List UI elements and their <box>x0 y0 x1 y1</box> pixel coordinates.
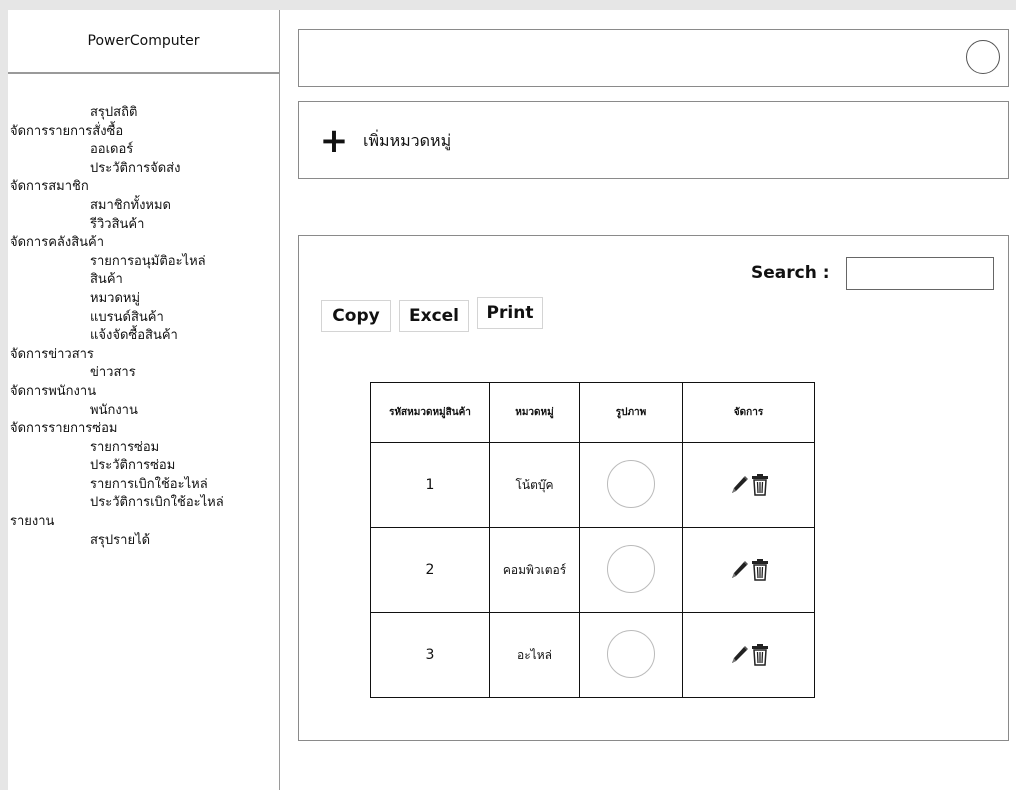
search-input[interactable] <box>846 257 994 290</box>
category-image-cell <box>579 442 683 528</box>
trash-icon[interactable] <box>751 644 769 666</box>
sidebar-item-9[interactable]: สินค้า <box>8 271 278 290</box>
sidebar-item-10[interactable]: หมวดหมู่ <box>8 290 278 309</box>
plus-icon: + <box>319 121 349 161</box>
sidebar-item-18[interactable]: รายการซ่อม <box>8 439 278 458</box>
column-header-image: รูปภาพ <box>579 382 683 443</box>
brand-title: PowerComputer <box>8 10 279 74</box>
actions-cell <box>682 442 815 528</box>
add-category-bar: + เพิ่มหมวดหมู่ <box>298 101 1009 179</box>
sidebar-item-14[interactable]: ข่าวสาร <box>8 364 278 383</box>
sidebar-item-13[interactable]: จัดการข่าวสาร <box>8 346 278 365</box>
sidebar-item-5[interactable]: สมาชิกทั้งหมด <box>8 197 278 216</box>
trash-icon[interactable] <box>751 559 769 581</box>
image-placeholder <box>607 544 655 593</box>
sidebar-item-1[interactable]: จัดการรายการสั่งซื้อ <box>8 123 278 142</box>
user-avatar[interactable] <box>966 40 1000 74</box>
category-table-panel: Search : Copy Excel Print รหัสหมวดหมู่สิ… <box>298 235 1009 741</box>
sidebar-item-15[interactable]: จัดการพนักงาน <box>8 383 278 402</box>
top-border <box>0 0 1016 10</box>
actions-cell <box>682 527 815 613</box>
sidebar-item-8[interactable]: รายการอนุมัติอะไหล่ <box>8 253 278 272</box>
sidebar: PowerComputer สรุปสถิติ จัดการรายการสั่งซ… <box>0 10 280 790</box>
trash-icon[interactable] <box>751 474 769 496</box>
print-button[interactable]: Print <box>477 297 543 329</box>
sidebar-item-2[interactable]: ออเดอร์ <box>8 141 278 160</box>
sidebar-menu: สรุปสถิติ จัดการรายการสั่งซื้อ ออเดอร์ ประว… <box>8 104 278 550</box>
sidebar-item-0[interactable]: สรุปสถิติ <box>8 104 278 123</box>
category-id-cell: 1 <box>370 442 490 528</box>
category-image-cell <box>579 612 683 698</box>
column-header-manage: จัดการ <box>682 382 815 443</box>
table-header-row: รหัสหมวดหมู่สินค้า หมวดหมู่ รูปภาพ จัดกา… <box>370 382 815 443</box>
pencil-icon[interactable] <box>729 474 749 496</box>
table-row: 3 อะไหล่ <box>370 612 815 698</box>
category-name-cell: โน้ตบุ๊ค <box>489 442 580 528</box>
sidebar-item-20[interactable]: รายการเบิกใช้อะไหล่ <box>8 476 278 495</box>
sidebar-item-6[interactable]: รีวิวสินค้า <box>8 216 278 235</box>
add-category-button[interactable]: + เพิ่มหมวดหมู่ <box>319 121 452 161</box>
copy-button[interactable]: Copy <box>321 300 391 332</box>
column-header-id: รหัสหมวดหมู่สินค้า <box>370 382 490 443</box>
sidebar-item-21[interactable]: ประวัติการเบิกใช้อะไหล่ <box>8 494 278 513</box>
category-name-cell: คอมพิวเตอร์ <box>489 527 580 613</box>
sidebar-item-3[interactable]: ประวัติการจัดส่ง <box>8 160 278 179</box>
top-header <box>298 29 1009 87</box>
category-id-cell: 2 <box>370 527 490 613</box>
category-id-cell: 3 <box>370 612 490 698</box>
sidebar-item-17[interactable]: จัดการรายการซ่อม <box>8 420 278 439</box>
table-row: 2 คอมพิวเตอร์ <box>370 527 815 613</box>
category-table: รหัสหมวดหมู่สินค้า หมวดหมู่ รูปภาพ จัดกา… <box>370 382 815 698</box>
sidebar-item-12[interactable]: แจ้งจัดซื้อสินค้า <box>8 327 278 346</box>
sidebar-item-22[interactable]: รายงาน <box>8 513 278 532</box>
table-row: 1 โน้ตบุ๊ค <box>370 442 815 528</box>
image-placeholder <box>607 629 655 678</box>
sidebar-item-7[interactable]: จัดการคลังสินค้า <box>8 234 278 253</box>
pencil-icon[interactable] <box>729 644 749 666</box>
sidebar-item-19[interactable]: ประวัติการซ่อม <box>8 457 278 476</box>
search-label: Search : <box>751 263 830 283</box>
add-category-label: เพิ่มหมวดหมู่ <box>363 130 452 150</box>
sidebar-item-4[interactable]: จัดการสมาชิก <box>8 178 278 197</box>
sidebar-item-11[interactable]: แบรนด์สินค้า <box>8 309 278 328</box>
sidebar-item-23[interactable]: สรุปรายได้ <box>8 532 278 551</box>
column-header-category: หมวดหมู่ <box>489 382 580 443</box>
excel-button[interactable]: Excel <box>399 300 469 332</box>
image-placeholder <box>607 459 655 508</box>
category-name-cell: อะไหล่ <box>489 612 580 698</box>
actions-cell <box>682 612 815 698</box>
pencil-icon[interactable] <box>729 559 749 581</box>
category-image-cell <box>579 527 683 613</box>
sidebar-item-16[interactable]: พนักงาน <box>8 402 278 421</box>
